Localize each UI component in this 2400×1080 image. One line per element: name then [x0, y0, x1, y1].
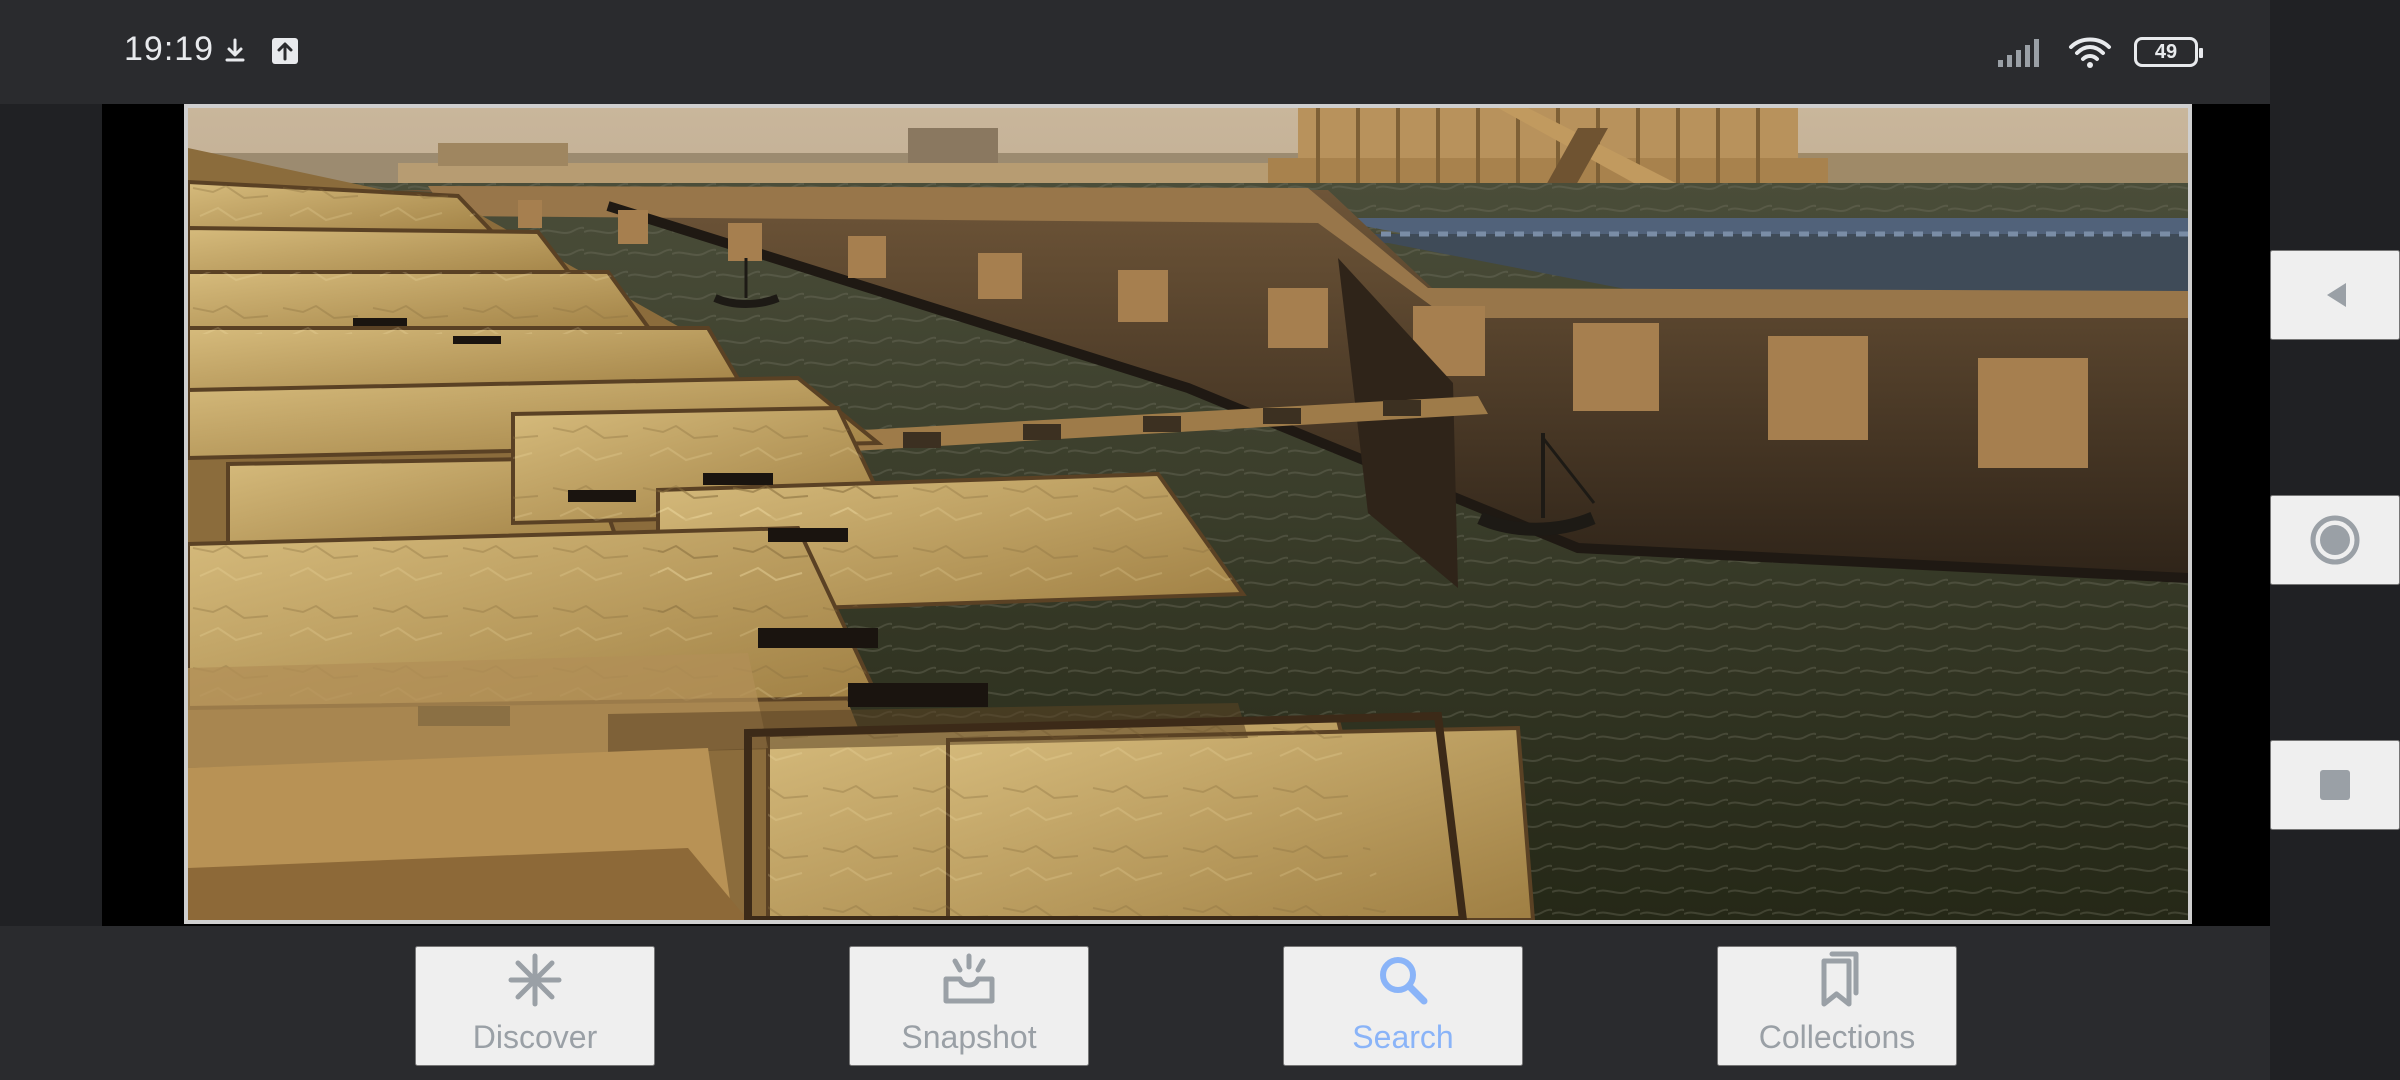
- home-button[interactable]: [2270, 495, 2400, 585]
- image-frame[interactable]: [184, 104, 2192, 924]
- search-icon: [1371, 948, 1435, 1012]
- discover-tab[interactable]: Discover: [415, 946, 655, 1066]
- collections-icon: [1805, 948, 1869, 1012]
- collections-tab[interactable]: Collections: [1717, 946, 1957, 1066]
- snapshot-tab[interactable]: Snapshot: [849, 946, 1089, 1066]
- search-label: Search: [1352, 1019, 1454, 1055]
- wifi-icon: [2069, 37, 2111, 68]
- signal-icon: [1998, 39, 2039, 67]
- upload-icon: [268, 34, 302, 68]
- app-root: 19:19 49 Discover Snapshot Search Collec…: [0, 0, 2400, 1080]
- recents-button[interactable]: [2270, 740, 2400, 830]
- babylon-river-image[interactable]: [188, 108, 2188, 920]
- download-icon: [218, 34, 252, 68]
- snapshot-label: Snapshot: [901, 1019, 1037, 1055]
- system-navigation: [2270, 0, 2400, 1080]
- battery-level: 49: [2154, 40, 2178, 63]
- status-right: 49: [1996, 30, 2203, 74]
- asterisk-icon: [503, 948, 567, 1012]
- recents-icon: [2320, 770, 2350, 800]
- back-icon: [2327, 283, 2346, 307]
- snapshot-icon: [937, 948, 1001, 1012]
- image-viewer[interactable]: [102, 104, 2270, 926]
- status-bar: 19:19 49: [0, 0, 2270, 104]
- bottom-navigation: Discover Snapshot Search Collections: [0, 926, 2270, 1080]
- collections-label: Collections: [1758, 1019, 1916, 1055]
- battery-icon: 49: [2134, 37, 2203, 67]
- discover-label: Discover: [472, 1019, 598, 1055]
- home-icon: [2310, 515, 2360, 565]
- search-tab[interactable]: Search: [1283, 946, 1523, 1066]
- back-button[interactable]: [2270, 250, 2400, 340]
- status-time: 19:19: [124, 30, 215, 68]
